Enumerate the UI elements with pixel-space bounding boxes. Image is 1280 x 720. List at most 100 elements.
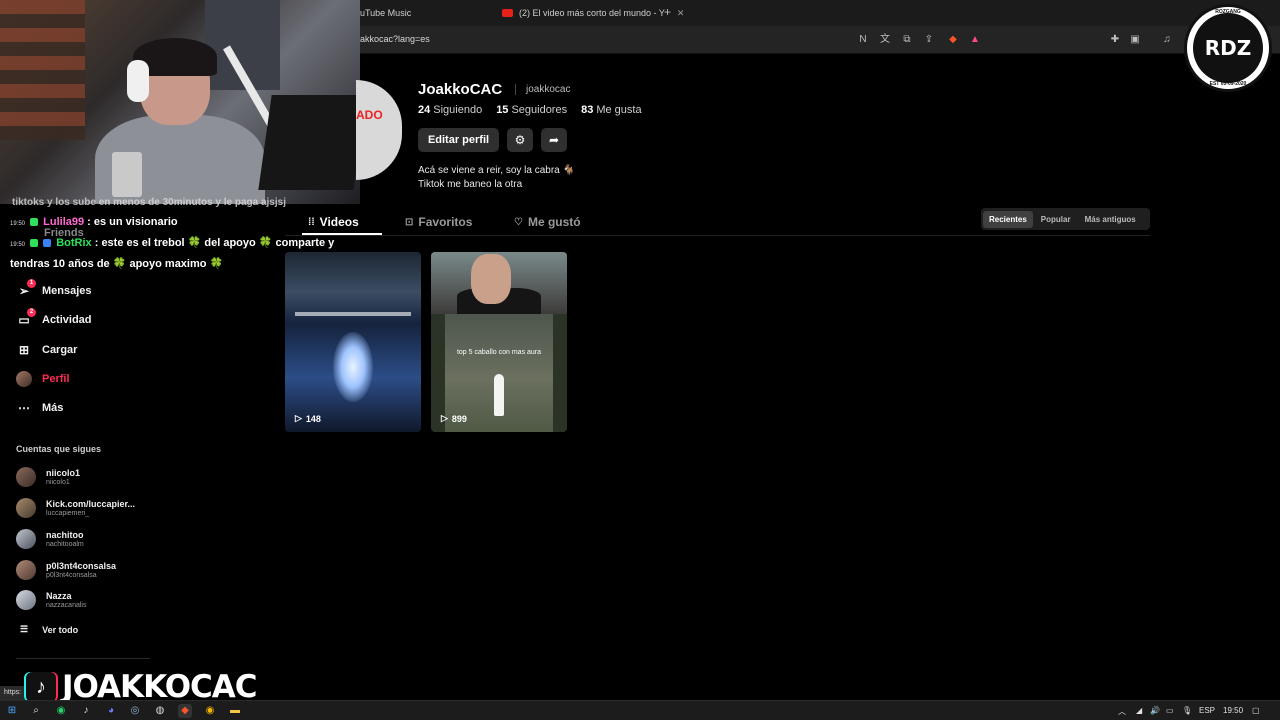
language-indicator[interactable]: ESP (1199, 706, 1215, 715)
avatar (16, 560, 36, 580)
chrome-icon[interactable]: ◉ (203, 704, 217, 718)
status-url: https: (0, 686, 26, 700)
settings-button[interactable]: ⚙ (507, 128, 533, 152)
steam-icon[interactable]: ◎ (128, 704, 142, 718)
view-count: ▷ 899 (441, 413, 467, 424)
volume-icon[interactable]: 🔊 (1150, 706, 1160, 715)
reader-icon[interactable]: N (856, 33, 870, 47)
laptop (258, 95, 360, 190)
bookmark-icon: ⊡ (405, 216, 414, 228)
brave-shield-icon[interactable]: ◆ (946, 33, 960, 47)
send-icon: ➢ 1 (16, 279, 36, 299)
webcam-overlay (0, 0, 360, 204)
notifications-icon[interactable]: ▢ (1252, 706, 1260, 715)
tabs-divider (285, 235, 1150, 236)
nav-mensajes[interactable]: ➢ 1 Mensajes (16, 279, 92, 301)
avatar (16, 498, 36, 518)
share-profile-button[interactable]: ➦ (541, 128, 567, 152)
sort-segmented-control: Recientes Popular Más antiguos (981, 208, 1150, 230)
divider (515, 84, 516, 95)
stream-logo: ROZGANG RDZ EST 05-09-2020 (1184, 4, 1272, 92)
video-thumb-glow (333, 332, 373, 402)
obs-icon[interactable]: ◍ (153, 704, 167, 718)
following-stat[interactable]: 24 Siguiendo (418, 104, 482, 116)
edit-profile-button[interactable]: Editar perfil (418, 128, 499, 152)
video-thumb-face (471, 254, 511, 304)
chat-cut-line: tiktoks y los sube en menos de 30minutos… (12, 197, 286, 208)
following-account[interactable]: Nazza nazzacanalis (16, 588, 86, 612)
tab-youtube-music[interactable]: uTube Music (360, 4, 411, 22)
following-account[interactable]: p0l3nt4consalsa p0l3nt4consalsa (16, 558, 116, 582)
translate-icon[interactable]: 文 (878, 33, 892, 47)
active-tab-indicator (302, 233, 382, 235)
video-card[interactable]: ▷ 148 (285, 252, 421, 432)
following-account[interactable]: Kick.com/luccapier... luccapiemeri_ (16, 496, 135, 520)
tiktok-logo-icon: ♪ (26, 672, 56, 702)
sort-mas-antiguos[interactable]: Más antiguos (1079, 211, 1142, 228)
clock[interactable]: 19:50 (1223, 706, 1243, 715)
view-count: ▷ 148 (295, 413, 321, 424)
tiktok-icon[interactable]: ♪ (79, 704, 93, 718)
heart-icon: ♡ (514, 216, 523, 228)
following-account[interactable]: niicolo1 niicolo1 (16, 465, 80, 489)
gear-icon: ⚙ (514, 133, 526, 147)
windows-start-icon[interactable]: ⊞ (5, 704, 19, 718)
share-icon[interactable]: ⇪ (922, 33, 936, 47)
music-icon[interactable]: ♫ (1160, 33, 1174, 47)
sort-popular[interactable]: Popular (1035, 211, 1077, 228)
avatar (16, 590, 36, 610)
following-account[interactable]: nachitoo nachitooalm (16, 527, 84, 551)
open-external-icon[interactable]: ⧉ (900, 33, 914, 47)
tab-youtube-video[interactable]: (2) El video más corto del mundo - Y ✕ (502, 4, 684, 22)
profile-bio: Acá se viene a reir, soy la cabra 🐐 Tikt… (418, 165, 575, 190)
likes-stat: 83 Me gusta (581, 104, 642, 116)
tray-chevron-icon[interactable]: ︿ (1118, 706, 1126, 717)
url-text[interactable]: akkocac?lang=es (360, 34, 430, 44)
tab-favoritos[interactable]: ⊡ Favoritos (405, 210, 472, 234)
mic-icon[interactable]: 🎙 (1182, 706, 1192, 715)
avatar (16, 467, 36, 487)
close-tab-icon[interactable]: ✕ (677, 8, 685, 19)
play-icon: ▷ (295, 413, 302, 423)
profile-avatar[interactable]: ADO (356, 80, 402, 180)
new-tab-button[interactable]: + (664, 5, 671, 19)
video-card[interactable]: top 5 caballo con mas aura ▷ 899 (431, 252, 567, 432)
extensions-icon[interactable]: ✚ (1108, 33, 1122, 47)
folder-icon[interactable]: ▬ (228, 704, 242, 718)
following-title: Cuentas que sigues (16, 444, 102, 454)
sub-badge-icon (30, 218, 39, 227)
search-icon[interactable]: ⌕ (29, 704, 43, 718)
tab-me-gusto[interactable]: ♡ Me gustó (514, 210, 581, 234)
activity-icon: ▭ 2 (16, 308, 36, 328)
avatar (16, 529, 36, 549)
brave-rewards-icon[interactable]: ▲ (968, 33, 982, 47)
see-all-link[interactable]: ☰ Ver todo (20, 624, 78, 635)
more-icon: ⋯ (18, 401, 30, 415)
play-icon: ▷ (441, 413, 448, 423)
grid-icon: ⁞⁞ (308, 216, 315, 228)
sidebar-icon[interactable]: ▣ (1128, 33, 1142, 47)
tab-videos[interactable]: ⁞⁞ Videos (308, 210, 359, 234)
divider (16, 658, 150, 659)
bot-badge-icon (43, 239, 52, 248)
nav-mas[interactable]: ⋯ Más (16, 398, 63, 418)
taskbar: ⊞ ⌕ ◉ ♪ ◕ ◎ ◍ ◆ ◉ ▬ ︿ ◢ 🔊 ▭ 🎙 ESP 19:50 … (0, 700, 1280, 720)
nav-perfil[interactable]: Perfil (16, 369, 70, 389)
profile-stats: 24 Siguiendo 15 Seguidores 83 Me gusta (418, 104, 642, 116)
sort-recientes[interactable]: Recientes (983, 210, 1033, 228)
nav-actividad[interactable]: ▭ 2 Actividad (16, 308, 92, 330)
whatsapp-icon[interactable]: ◉ (54, 704, 68, 718)
share-arrow-icon: ➦ (548, 133, 560, 147)
video-thumb-detail (295, 312, 411, 316)
battery-icon[interactable]: ▭ (1166, 706, 1174, 715)
video-thumb-figure (494, 374, 504, 416)
brave-icon[interactable]: ◆ (178, 704, 192, 718)
mod-badge-icon (30, 239, 39, 248)
friends-ghost: Friends (44, 227, 84, 239)
network-icon[interactable]: ◢ (1136, 706, 1142, 715)
headphones (127, 60, 149, 102)
followers-stat[interactable]: 15 Seguidores (496, 104, 567, 116)
profile-name: JoakkoCAC (418, 81, 503, 98)
discord-icon[interactable]: ◕ (104, 704, 118, 718)
nav-cargar[interactable]: ⊞ Cargar (16, 340, 78, 360)
